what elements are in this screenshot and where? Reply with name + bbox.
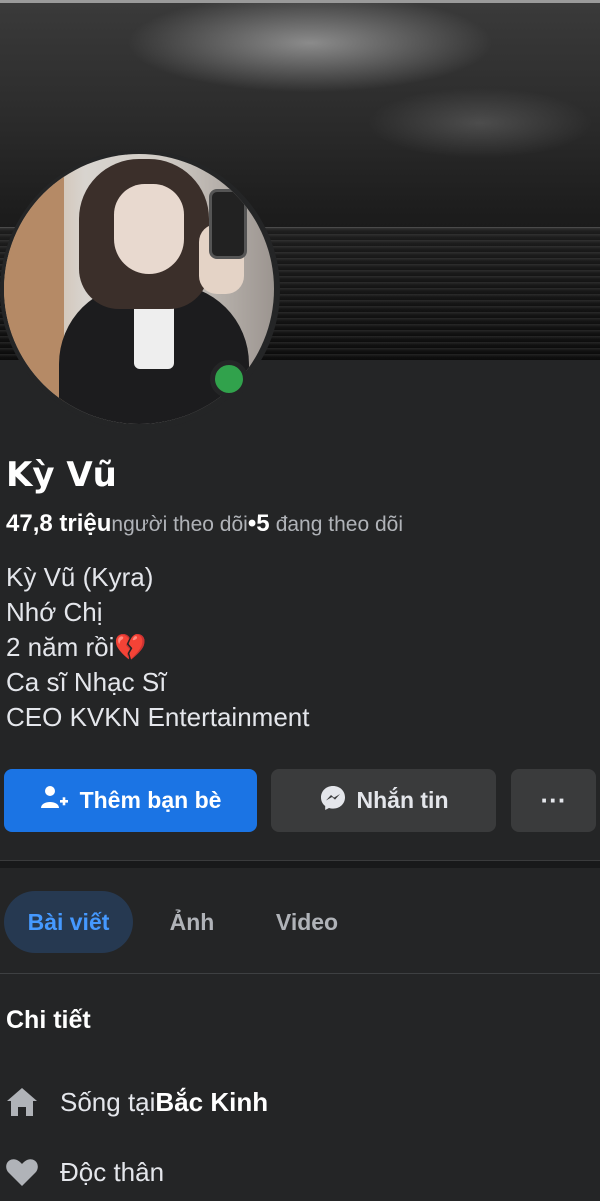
following-count[interactable]: 5 xyxy=(256,510,269,537)
section-separator xyxy=(0,860,600,868)
tab-videos[interactable]: Video xyxy=(251,891,363,953)
bio-line: CEO KVKN Entertainment xyxy=(6,702,310,732)
stats-separator: • xyxy=(247,510,257,537)
heart-icon xyxy=(4,1154,40,1190)
avatar-face xyxy=(114,184,184,274)
more-options-button[interactable]: ··· xyxy=(511,769,596,832)
person-plus-icon xyxy=(40,784,70,818)
followers-count[interactable]: 47,8 triệu xyxy=(6,510,111,537)
online-status-dot xyxy=(210,360,248,398)
add-friend-label: Thêm bạn bè xyxy=(79,787,222,813)
more-horizontal-icon: ··· xyxy=(540,785,567,815)
tab-photos[interactable]: Ảnh xyxy=(133,891,251,953)
avatar-bg-door xyxy=(4,154,64,424)
lives-in-prefix: Sống tại xyxy=(60,1086,156,1117)
followers-label[interactable]: người theo dõi xyxy=(111,513,247,536)
profile-name: Kỳ Vũ xyxy=(6,455,117,495)
bio-line: Kỳ Vũ (Kyra) xyxy=(6,562,154,592)
bio-line: Nhớ Chị xyxy=(6,597,103,627)
bio: Kỳ Vũ (Kyra) Nhớ Chị 2 năm rồi💔 Ca sĩ Nh… xyxy=(6,560,309,735)
following-label[interactable]: đang theo dõi xyxy=(276,513,403,536)
tab-posts[interactable]: Bài viết xyxy=(4,891,133,953)
message-button[interactable]: Nhắn tin xyxy=(271,769,496,832)
tabs-divider xyxy=(0,973,600,974)
profile-tabs: Bài viết Ảnh Video xyxy=(4,891,363,953)
message-label: Nhắn tin xyxy=(356,787,449,813)
home-icon xyxy=(4,1084,40,1120)
relationship-status: Độc thân xyxy=(60,1156,165,1187)
details-title: Chi tiết xyxy=(6,1006,91,1034)
follow-stats: 47,8 triệungười theo dõi•5 đang theo dõi xyxy=(6,510,403,538)
bio-line: Ca sĩ Nhạc Sĩ xyxy=(6,667,167,697)
detail-lives-in[interactable]: Sống tại Bắc Kinh xyxy=(4,1084,268,1120)
avatar-phone xyxy=(209,189,247,259)
bio-line: 2 năm rồi💔 xyxy=(6,632,147,662)
add-friend-button[interactable]: Thêm bạn bè xyxy=(4,769,257,832)
lives-in-city[interactable]: Bắc Kinh xyxy=(155,1087,268,1118)
detail-relationship[interactable]: Độc thân xyxy=(4,1154,164,1190)
messenger-icon xyxy=(319,784,347,818)
